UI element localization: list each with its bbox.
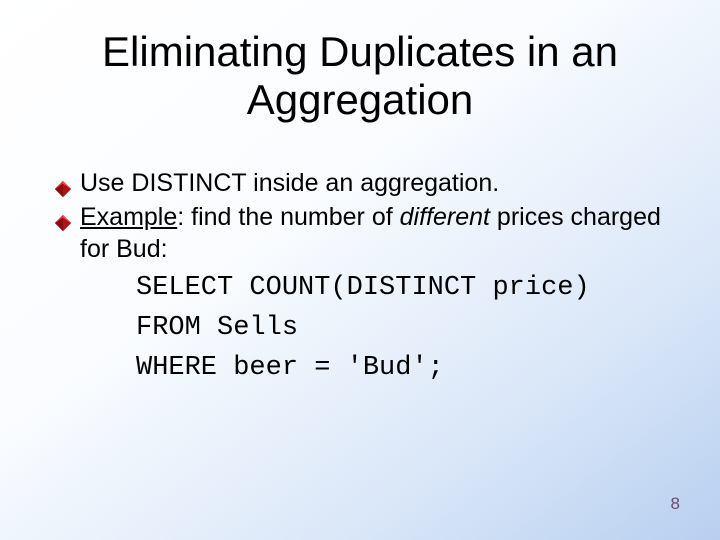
- diamond-bullet-icon: [54, 208, 72, 226]
- bullet-text-2: Example: find the number of different pr…: [80, 201, 672, 265]
- italic-different: different: [400, 203, 490, 231]
- bullet-item-1: Use DISTINCT inside an aggregation.: [54, 167, 672, 199]
- code-line-3: WHERE beer = 'Bud';: [136, 353, 444, 383]
- slide: Eliminating Duplicates in an Aggregation…: [0, 0, 720, 540]
- code-line-1: SELECT COUNT(DISTINCT price): [136, 273, 590, 303]
- page-number: 8: [671, 494, 680, 514]
- example-label: Example: [80, 203, 177, 231]
- bullet-text-1: Use DISTINCT inside an aggregation.: [80, 167, 672, 199]
- bullet-item-2: Example: find the number of different pr…: [54, 201, 672, 265]
- code-line-2: FROM Sells: [136, 313, 298, 343]
- diamond-bullet-icon: [54, 174, 72, 192]
- sql-code-block: SELECT COUNT(DISTINCT price) FROM Sells …: [48, 269, 672, 389]
- bullet-text-2a: : find the number of: [177, 203, 399, 231]
- bullet-list: Use DISTINCT inside an aggregation. Exam…: [48, 167, 672, 265]
- slide-title: Eliminating Duplicates in an Aggregation: [48, 28, 672, 125]
